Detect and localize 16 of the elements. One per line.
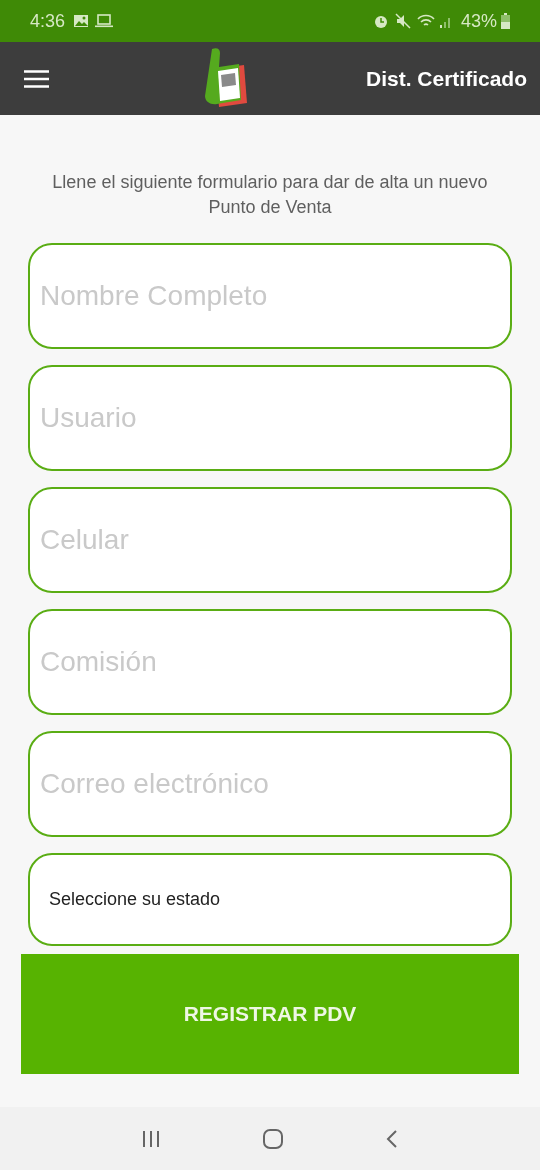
home-icon[interactable] [262,1127,284,1150]
app-bar-title: Dist. Certificado [365,65,527,92]
mute-icon [394,13,411,29]
battery-icon [501,13,510,29]
status-time: 4:36 [30,9,66,33]
battery-percent: 43% [460,9,497,33]
alarm-icon [372,13,389,29]
recent-apps-icon[interactable] [140,1128,161,1149]
state-select[interactable]: Seleccione su estado [28,853,512,946]
laptop-icon [95,14,114,28]
app-logo [202,47,248,109]
menu-icon[interactable] [24,69,49,88]
image-icon [73,14,90,28]
intro-text: Llene el siguiente formulario para dar de alta un nuevo Punto de Venta [51,171,489,219]
back-icon[interactable] [385,1128,400,1149]
wifi-icon [416,13,435,29]
